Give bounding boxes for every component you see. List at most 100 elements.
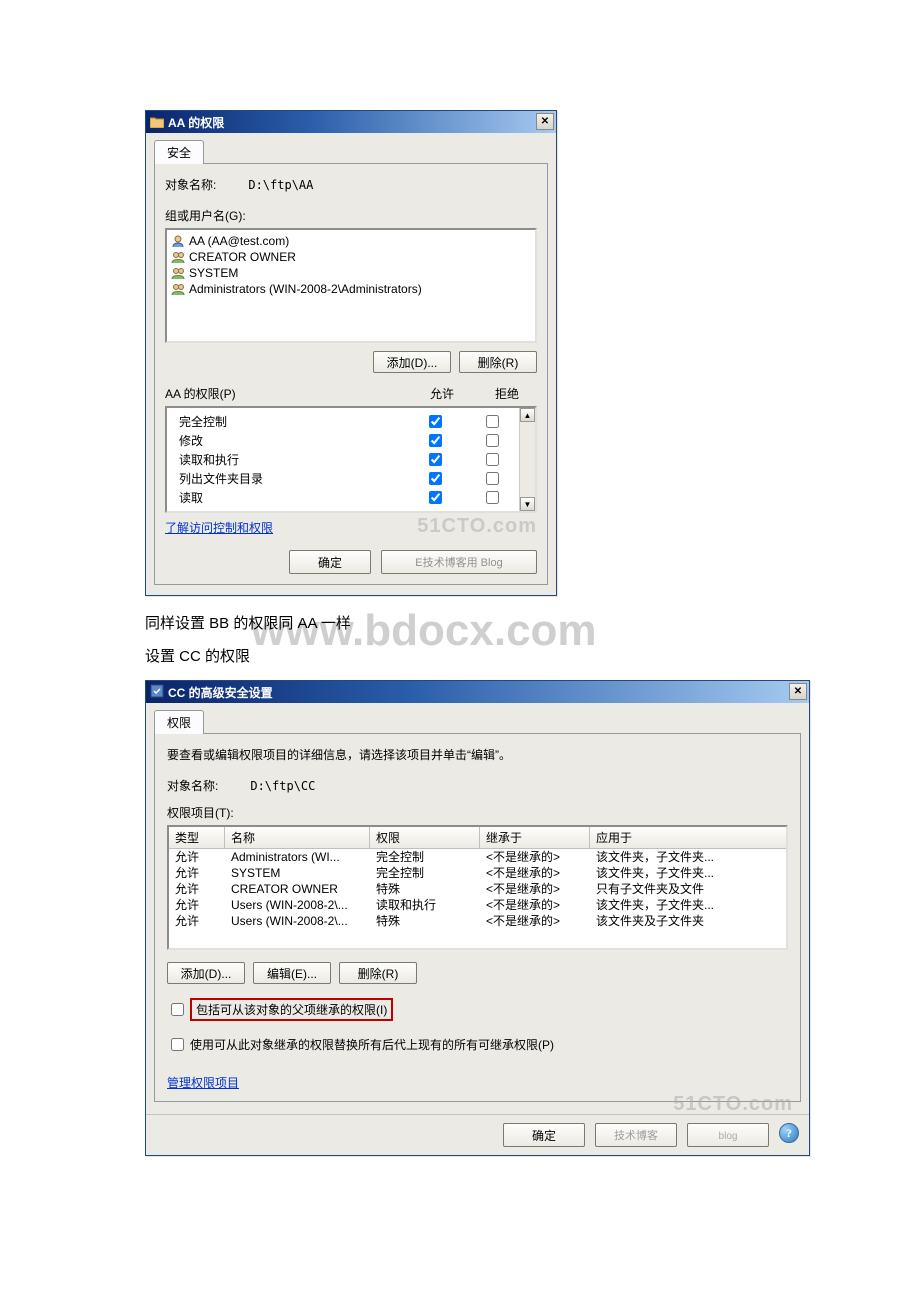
ok-button[interactable]: 确定 [503,1123,585,1147]
cancel-button[interactable]: 技术博客 [595,1123,677,1147]
cell-type: 允许 [169,897,225,913]
cell-perm: 读取和执行 [370,897,480,913]
dialog-titlebar[interactable]: AA 的权限 ✕ [146,111,556,133]
permissions-dialog: AA 的权限 ✕ 安全 对象名称: D:\ftp\AA 组或用户名(G): AA… [145,110,557,596]
replace-descendants-label: 使用可从此对象继承的权限替换所有后代上现有的所有可继承权限(P) [190,1036,554,1053]
folder-icon [150,116,164,128]
user-icon [171,234,185,248]
close-button[interactable]: ✕ [536,113,554,130]
permission-row: 读取 [179,488,515,507]
col-apply[interactable]: 应用于 [590,827,786,848]
permission-row: 修改 [179,431,515,450]
allow-checkbox[interactable] [429,434,442,447]
col-type[interactable]: 类型 [169,827,225,848]
replace-descendants-checkbox[interactable] [171,1038,184,1051]
cell-apply: 该文件夹，子文件夹... [590,865,786,881]
users-listbox[interactable]: AA (AA@test.com) CREATOR OWNER SYSTEM Ad… [165,228,537,343]
list-item-label: AA (AA@test.com) [189,234,289,248]
include-inheritable-checkbox[interactable] [171,1003,184,1016]
watermark-overlay: E技术博客用 Blog [415,557,502,569]
table-row[interactable]: 允许 Administrators (WI... 完全控制 <不是继承的> 该文… [169,849,786,865]
cell-perm: 特殊 [370,913,480,929]
list-item[interactable]: Administrators (WIN-2008-2\Administrator… [171,281,531,297]
dialog-title: CC 的高级安全设置 [168,684,273,701]
close-button[interactable]: ✕ [789,683,807,700]
doc-text-line1: 同样设置 BB 的权限同 AA 一样 [145,612,780,633]
deny-header: 拒绝 [477,385,537,402]
cell-type: 允许 [169,913,225,929]
learn-access-link[interactable]: 了解访问控制和权限 [165,521,273,535]
object-name-value: D:\ftp\CC [250,779,315,793]
table-row[interactable]: 允许 Users (WIN-2008-2\... 特殊 <不是继承的> 该文件夹… [169,913,786,929]
group-icon [171,282,185,296]
permission-name: 读取和执行 [179,451,401,468]
cell-apply: 该文件夹，子文件夹... [590,897,786,913]
scroll-up-icon[interactable]: ▲ [520,408,535,422]
allow-checkbox[interactable] [429,472,442,485]
cell-name: Users (WIN-2008-2\... [225,897,370,913]
deny-checkbox[interactable] [486,415,499,428]
add-entry-button[interactable]: 添加(D)... [167,962,245,984]
permission-name: 修改 [179,432,401,449]
allow-checkbox[interactable] [429,453,442,466]
list-item[interactable]: AA (AA@test.com) [171,233,531,249]
cell-name: SYSTEM [225,865,370,881]
col-inherited[interactable]: 继承于 [480,827,590,848]
scrollbar[interactable]: ▲ ▼ [519,408,535,511]
dialog-title: AA 的权限 [168,114,224,131]
scroll-down-icon[interactable]: ▼ [520,497,535,511]
permission-entries-label: 权限项目(T): [167,804,788,821]
security-icon [150,684,164,701]
allow-checkbox[interactable] [429,415,442,428]
cancel-apply-button[interactable]: E技术博客用 Blog [381,550,537,574]
object-name-value: D:\ftp\AA [248,178,313,192]
apply-button[interactable]: blog [687,1123,769,1147]
group-icon [171,266,185,280]
allow-checkbox[interactable] [429,491,442,504]
include-inheritable-label: 包括可从该对象的父项继承的权限(I) [190,998,393,1021]
cell-name: Users (WIN-2008-2\... [225,913,370,929]
object-name-label: 对象名称: [165,176,245,193]
advanced-security-dialog: CC 的高级安全设置 ✕ 权限 要查看或编辑权限项目的详细信息，请选择该项目并单… [145,680,810,1156]
tab-strip: 权限 [154,709,801,734]
cell-inh: <不是继承的> [480,913,590,929]
allow-header: 允许 [407,385,477,402]
permission-row: 列出文件夹目录 [179,469,515,488]
list-item-label: CREATOR OWNER [189,250,296,264]
list-item-label: Administrators (WIN-2008-2\Administrator… [189,282,422,296]
cell-name: CREATOR OWNER [225,881,370,897]
deny-checkbox[interactable] [486,434,499,447]
deny-checkbox[interactable] [486,472,499,485]
remove-user-button[interactable]: 删除(R) [459,351,537,373]
col-perm[interactable]: 权限 [370,827,480,848]
edit-entry-button[interactable]: 编辑(E)... [253,962,331,984]
cell-perm: 特殊 [370,881,480,897]
tab-security[interactable]: 安全 [154,140,204,164]
dialog-titlebar[interactable]: CC 的高级安全设置 ✕ [146,681,809,703]
deny-checkbox[interactable] [486,491,499,504]
cell-apply: 该文件夹及子文件夹 [590,913,786,929]
cell-apply: 只有子文件夹及文件 [590,881,786,897]
permission-row: 读取和执行 [179,450,515,469]
cell-inh: <不是继承的> [480,865,590,881]
cell-perm: 完全控制 [370,865,480,881]
watermark-overlay: 技术博客 [614,1130,658,1142]
table-row[interactable]: 允许 Users (WIN-2008-2\... 读取和执行 <不是继承的> 该… [169,897,786,913]
add-user-button[interactable]: 添加(D)... [373,351,451,373]
remove-entry-button[interactable]: 删除(R) [339,962,417,984]
manage-permission-link[interactable]: 管理权限项目 [167,1076,239,1090]
cell-type: 允许 [169,865,225,881]
list-item[interactable]: SYSTEM [171,265,531,281]
col-name[interactable]: 名称 [225,827,370,848]
table-row[interactable]: 允许 CREATOR OWNER 特殊 <不是继承的> 只有子文件夹及文件 [169,881,786,897]
list-item[interactable]: CREATOR OWNER [171,249,531,265]
permissions-list: 完全控制 修改 读取和执行 [167,408,519,511]
permission-entries-table[interactable]: 类型 名称 权限 继承于 应用于 允许 Administrators (WI..… [167,825,788,950]
deny-checkbox[interactable] [486,453,499,466]
permission-name: 列出文件夹目录 [179,470,401,487]
tab-permissions[interactable]: 权限 [154,710,204,734]
help-icon[interactable]: ? [779,1123,799,1143]
table-row[interactable]: 允许 SYSTEM 完全控制 <不是继承的> 该文件夹，子文件夹... [169,865,786,881]
ok-button[interactable]: 确定 [289,550,371,574]
cell-apply: 该文件夹，子文件夹... [590,849,786,865]
